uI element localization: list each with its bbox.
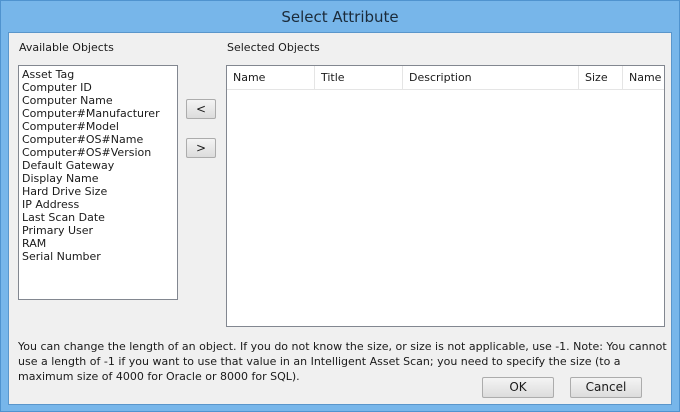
list-item[interactable]: Computer#OS#Version [22, 146, 174, 159]
column-header-name-2[interactable]: Name [623, 66, 664, 90]
selected-objects-label: Selected Objects [227, 41, 320, 54]
column-header-description[interactable]: Description [403, 66, 579, 90]
column-header-size[interactable]: Size [579, 66, 623, 90]
move-left-button[interactable]: < [186, 99, 216, 119]
list-item[interactable]: Computer ID [22, 81, 174, 94]
table-header: Name Title Description Size Name [227, 66, 664, 90]
dialog-body: Available Objects Selected Objects Asset… [8, 32, 672, 405]
list-item[interactable]: IP Address [22, 198, 174, 211]
selected-objects-table[interactable]: Name Title Description Size Name [226, 65, 665, 327]
select-attribute-dialog: Select Attribute Available Objects Selec… [0, 0, 680, 412]
list-item[interactable]: Asset Tag [22, 68, 174, 81]
available-objects-list[interactable]: Asset Tag Computer ID Computer Name Comp… [18, 65, 178, 300]
list-item[interactable]: Computer#Manufacturer [22, 107, 174, 120]
dialog-title: Select Attribute [281, 8, 399, 26]
list-item[interactable]: Hard Drive Size [22, 185, 174, 198]
column-header-title[interactable]: Title [315, 66, 403, 90]
available-objects-label: Available Objects [19, 41, 114, 54]
list-item[interactable]: Last Scan Date [22, 211, 174, 224]
move-right-button[interactable]: > [186, 138, 216, 158]
list-item[interactable]: Computer Name [22, 94, 174, 107]
cancel-button[interactable]: Cancel [570, 377, 642, 398]
list-item[interactable]: Computer#Model [22, 120, 174, 133]
ok-button[interactable]: OK [482, 377, 554, 398]
column-header-name[interactable]: Name [227, 66, 315, 90]
list-item[interactable]: Primary User [22, 224, 174, 237]
list-item[interactable]: Computer#OS#Name [22, 133, 174, 146]
list-item[interactable]: RAM [22, 237, 174, 250]
list-item[interactable]: Serial Number [22, 250, 174, 263]
list-item[interactable]: Default Gateway [22, 159, 174, 172]
list-item[interactable]: Display Name [22, 172, 174, 185]
